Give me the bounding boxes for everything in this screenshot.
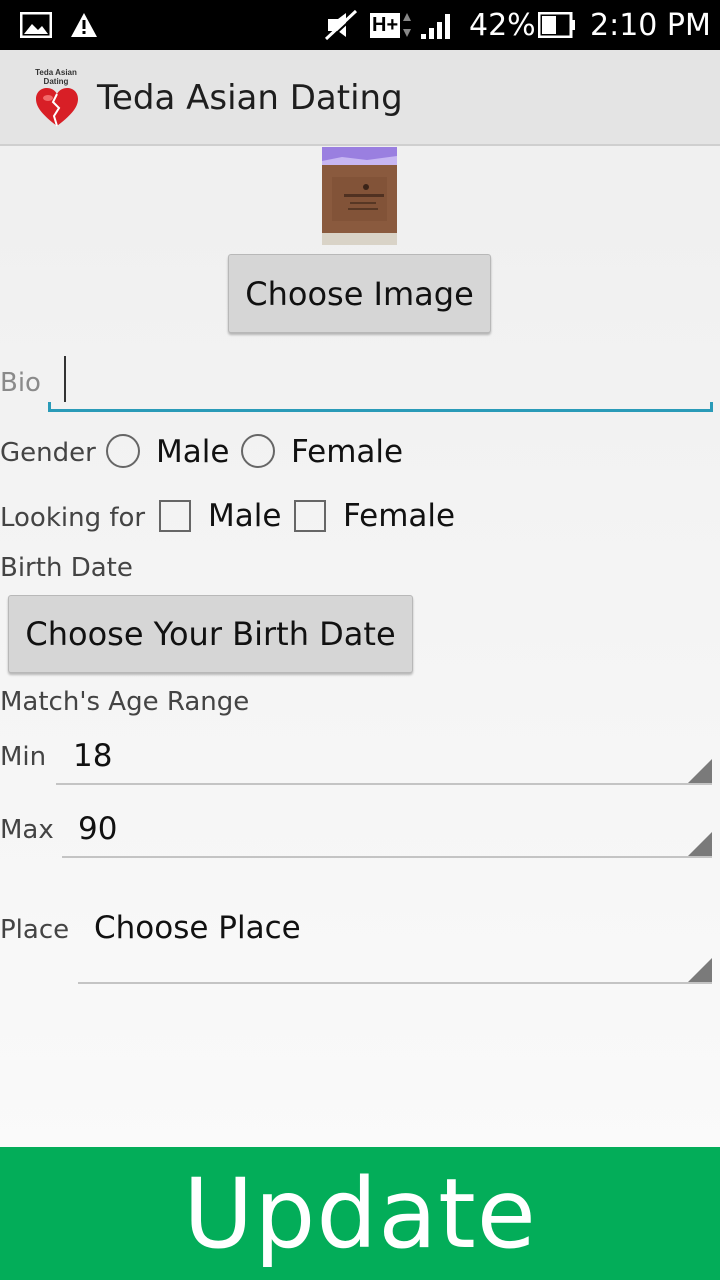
- min-age-dropdown-icon[interactable]: [688, 759, 712, 783]
- battery-percent: 42%: [469, 7, 536, 43]
- min-age-spinner[interactable]: [56, 783, 712, 785]
- logo-text: Teda Asian Dating: [35, 68, 77, 86]
- max-age-spinner[interactable]: [62, 856, 712, 858]
- looking-for-female-label[interactable]: Female: [343, 498, 455, 534]
- choose-birth-date-button[interactable]: Choose Your Birth Date: [8, 595, 413, 673]
- image-notification-icon: [20, 0, 52, 50]
- looking-for-label: Looking for: [0, 503, 146, 533]
- choose-image-button[interactable]: Choose Image: [228, 254, 491, 333]
- place-label: Place: [0, 915, 70, 945]
- bio-label: Bio: [0, 368, 41, 398]
- max-age-dropdown-icon[interactable]: [688, 832, 712, 856]
- place-dropdown-icon[interactable]: [688, 958, 712, 982]
- network-type-label: H+: [370, 12, 401, 38]
- battery-icon: [538, 0, 576, 50]
- text-cursor: [64, 356, 66, 402]
- looking-for-male-label[interactable]: Male: [208, 498, 281, 534]
- signal-icon: [420, 0, 456, 50]
- app-bar: Teda Asian Dating Teda Asian Dating: [0, 50, 720, 146]
- profile-image: [322, 147, 397, 245]
- min-age-value[interactable]: 18: [73, 738, 112, 774]
- app-logo: Teda Asian Dating: [28, 68, 84, 130]
- clock: 2:10 PM: [590, 7, 711, 43]
- network-type-icon: H+: [370, 0, 412, 50]
- status-bar: H+ 42% 2:10 PM: [0, 0, 720, 50]
- warning-icon: [70, 0, 98, 50]
- place-value[interactable]: Choose Place: [94, 910, 301, 946]
- heart-icon: [36, 88, 78, 127]
- gender-female-label[interactable]: Female: [291, 434, 403, 470]
- place-spinner[interactable]: [78, 982, 712, 984]
- bio-field[interactable]: [48, 350, 713, 412]
- min-age-label: Min: [0, 742, 47, 772]
- gender-male-label[interactable]: Male: [156, 434, 229, 470]
- looking-for-male-checkbox[interactable]: [159, 500, 191, 532]
- birth-date-label: Birth Date: [0, 553, 133, 583]
- app-title: Teda Asian Dating: [97, 78, 403, 118]
- gender-label: Gender: [0, 438, 96, 468]
- max-age-label: Max: [0, 815, 54, 845]
- looking-for-female-checkbox[interactable]: [294, 500, 326, 532]
- mute-icon: [324, 0, 358, 50]
- update-button[interactable]: Update: [0, 1147, 720, 1280]
- gender-male-radio[interactable]: [106, 434, 140, 468]
- gender-female-radio[interactable]: [241, 434, 275, 468]
- max-age-value[interactable]: 90: [78, 811, 117, 847]
- age-range-label: Match's Age Range: [0, 687, 250, 717]
- bio-input[interactable]: [68, 358, 698, 402]
